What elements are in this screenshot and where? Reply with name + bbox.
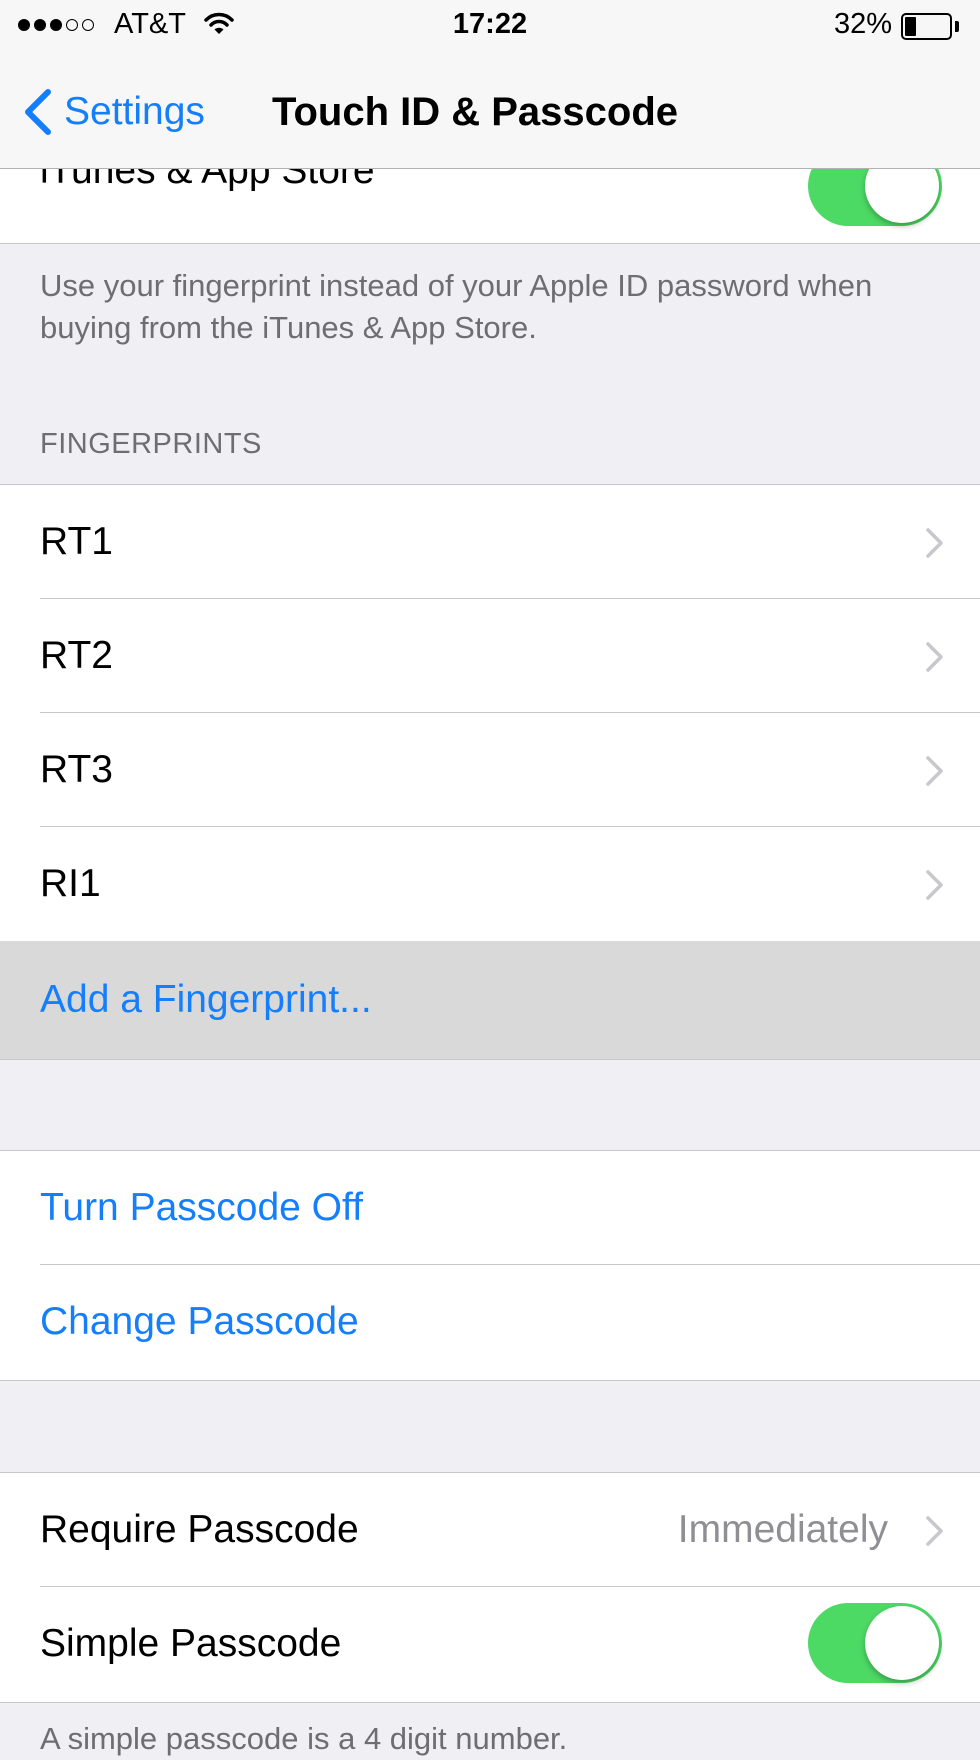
fingerprint-row[interactable]: RI1 (0, 827, 980, 941)
fingerprint-row[interactable]: RT3 (0, 713, 980, 827)
simple-passcode-row: Simple Passcode (0, 1587, 980, 1701)
chevron-right-icon (926, 870, 943, 900)
change-passcode-button[interactable]: Change Passcode (0, 1265, 980, 1379)
change-passcode-label: Change Passcode (40, 1300, 359, 1343)
add-fingerprint-label: Add a Fingerprint... (40, 978, 372, 1021)
fingerprint-label: RT1 (40, 520, 113, 563)
simple-passcode-toggle[interactable] (808, 1603, 942, 1683)
turn-passcode-off-label: Turn Passcode Off (40, 1186, 363, 1229)
fingerprint-label: RI1 (40, 862, 101, 905)
passcode-actions-group: Turn Passcode Off Change Passcode (0, 1150, 980, 1381)
navigation-bar: Settings Touch ID & Passcode (0, 56, 980, 169)
chevron-right-icon (926, 528, 943, 558)
fingerprint-row[interactable]: RT2 (0, 599, 980, 713)
require-passcode-row[interactable]: Require Passcode Immediately (0, 1473, 980, 1587)
chevron-right-icon (926, 756, 943, 786)
chevron-left-icon (25, 89, 51, 135)
itunes-footer-text: Use your fingerprint instead of your App… (40, 268, 873, 345)
status-bar: AT&T 17:22 32% (0, 0, 980, 56)
toggle-knob (865, 1606, 939, 1680)
fingerprint-label: RT2 (40, 634, 113, 677)
passcode-settings-group: Require Passcode Immediately Simple Pass… (0, 1472, 980, 1703)
battery-level-fill (905, 17, 917, 36)
simple-passcode-footer-text: A simple passcode is a 4 digit number. (40, 1721, 568, 1756)
battery-icon (901, 13, 952, 40)
back-button-label: Settings (64, 90, 205, 133)
require-passcode-label: Require Passcode (40, 1508, 359, 1551)
simple-passcode-label: Simple Passcode (40, 1622, 342, 1665)
require-passcode-value: Immediately (677, 1508, 888, 1551)
fingerprints-group: RT1 RT2 RT3 RI1 Add a Fingerprint... (0, 484, 980, 1060)
back-button[interactable]: Settings (18, 84, 205, 140)
add-fingerprint-button[interactable]: Add a Fingerprint... (0, 941, 980, 1059)
fingerprint-label: RT3 (40, 748, 113, 791)
chevron-right-icon (926, 1516, 943, 1546)
fingerprint-row[interactable]: RT1 (0, 485, 980, 599)
turn-passcode-off-button[interactable]: Turn Passcode Off (0, 1151, 980, 1265)
chevron-right-icon (926, 642, 943, 672)
fingerprints-section-header: FINGERPRINTS (40, 428, 262, 460)
page-title: Touch ID & Passcode (272, 90, 679, 134)
battery-percent: 32% (833, 8, 892, 40)
battery-tip (955, 21, 959, 32)
